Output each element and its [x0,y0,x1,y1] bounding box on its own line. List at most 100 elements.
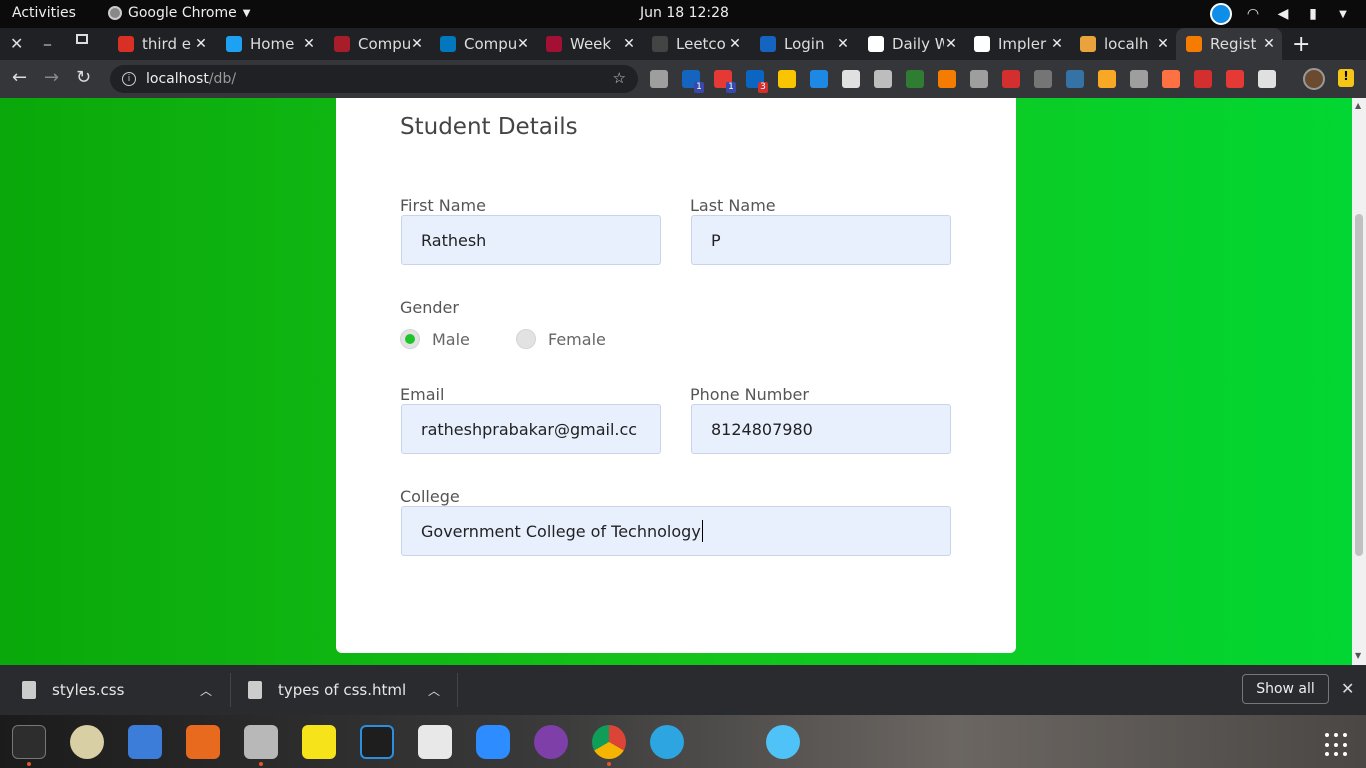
tab-close-icon[interactable]: ✕ [302,36,316,52]
browser-tab[interactable]: localh ✕ [1070,28,1176,60]
window-minimize-button[interactable]: _ [44,30,51,46]
profile-avatar[interactable] [1303,68,1325,90]
file-icon [22,681,36,699]
extension-icon[interactable] [1130,70,1148,88]
settings-splash-icon[interactable] [766,725,800,759]
scroll-up-icon[interactable]: ▲ [1355,101,1361,110]
terminal-icon[interactable] [12,725,46,759]
browser-tab[interactable]: Compu ✕ [324,28,430,60]
info-icon[interactable]: i [122,72,136,86]
writer-icon[interactable] [128,725,162,759]
extension-icon[interactable] [906,70,924,88]
show-applications-icon[interactable] [1325,733,1349,757]
gender-male-radio[interactable]: Male [400,329,470,349]
tor-browser-icon[interactable] [534,725,568,759]
document-viewer-icon[interactable] [418,725,452,759]
extension-icon[interactable] [1258,70,1276,88]
address-bar[interactable]: i localhost/db/ ☆ [110,65,638,93]
browser-tab[interactable]: Daily W ✕ [858,28,964,60]
tab-close-icon[interactable]: ✕ [728,36,742,52]
extension-icon[interactable] [778,70,796,88]
extension-icon[interactable] [874,70,892,88]
last-name-input[interactable]: P [691,215,951,265]
running-indicator [27,762,31,766]
college-input[interactable]: Government College of Technology [401,506,951,556]
adblock-icon[interactable] [1002,70,1020,88]
vscode-icon[interactable] [360,725,394,759]
forward-arrow-icon[interactable]: → [44,67,59,88]
pdf-icon[interactable] [1226,70,1244,88]
window-restore-button[interactable] [76,34,88,44]
browser-tab[interactable]: Impler ✕ [964,28,1070,60]
browser-tab[interactable]: Home ✕ [216,28,322,60]
browser-tab[interactable]: Compu ✕ [430,28,536,60]
files-icon[interactable] [244,725,278,759]
extension-icon[interactable]: 1 [714,70,736,93]
scroll-down-icon[interactable]: ▼ [1355,651,1361,660]
browser-tab[interactable]: Regist ✕ [1176,28,1282,60]
download-item[interactable]: types of css.html ︿ [248,665,456,715]
phone-input[interactable]: 8124807980 [691,404,951,454]
back-arrow-icon[interactable]: ← [12,67,27,88]
chrome-icon[interactable] [592,725,626,759]
extension-icon[interactable] [938,70,956,88]
tab-close-icon[interactable]: ✕ [410,36,424,52]
extension-icon[interactable] [842,70,860,88]
tab-close-icon[interactable]: ✕ [194,36,208,52]
tab-close-icon[interactable]: ✕ [1156,36,1170,52]
browser-tab[interactable]: Leetco ✕ [642,28,748,60]
software-center-icon[interactable] [186,725,220,759]
gender-label: Gender [400,298,459,317]
telegram-icon[interactable] [650,725,684,759]
clock[interactable]: Jun 18 12:28 [640,5,729,21]
student-details-card: Student Details First Name Rathesh Last … [336,98,1016,653]
browser-tab[interactable]: third e ✕ [108,28,214,60]
extension-icon[interactable] [810,70,828,88]
notes-icon[interactable] [302,725,336,759]
url-host: localhost [146,71,209,87]
zoom-icon[interactable] [476,725,510,759]
bookmark-star-icon[interactable]: ☆ [613,69,626,87]
new-tab-button[interactable]: + [1292,32,1310,57]
browser-tab[interactable]: Week ✕ [536,28,642,60]
music-player-icon[interactable] [70,725,104,759]
close-icon[interactable]: ✕ [1341,679,1354,698]
linkedin-icon[interactable]: 3 [746,70,768,93]
extension-icon[interactable] [970,70,988,88]
tab-title: Daily W [892,35,944,53]
teamviewer-icon[interactable] [1210,3,1232,25]
chevron-down-icon: ▼ [1339,8,1347,20]
email-label: Email [400,385,445,404]
activities-button[interactable]: Activities [12,5,76,21]
page-scrollbar[interactable]: ▲ ▼ [1352,98,1366,665]
app-menu[interactable]: Google Chrome ▼ [108,5,250,21]
system-tray[interactable]: ◠ ◀ ▮ ▼ [1210,3,1352,25]
python-icon[interactable] [1066,70,1084,88]
window-close-button[interactable]: ✕ [10,34,23,53]
tab-close-icon[interactable]: ✕ [622,36,636,52]
tab-title: Week [570,35,612,53]
tab-close-icon[interactable]: ✕ [1050,36,1064,52]
extension-icon[interactable] [650,70,668,88]
show-all-button[interactable]: Show all [1242,674,1329,704]
email-input[interactable]: ratheshprabakar@gmail.cc [401,404,661,454]
extension-icon[interactable]: 1 [682,70,704,93]
tab-close-icon[interactable]: ✕ [944,36,958,52]
chevron-up-icon[interactable]: ︿ [428,682,440,699]
tab-close-icon[interactable]: ✕ [516,36,530,52]
first-name-input[interactable]: Rathesh [401,215,661,265]
thumbs-up-icon[interactable] [1098,70,1116,88]
chevron-up-icon[interactable]: ︿ [200,682,212,699]
scrollbar-thumb[interactable] [1355,214,1363,556]
download-item[interactable]: styles.css ︿ [22,665,230,715]
reload-icon[interactable]: ↻ [76,67,91,88]
tab-close-icon[interactable]: ✕ [1262,36,1276,52]
extension-icon[interactable] [1162,70,1180,88]
tab-close-icon[interactable]: ✕ [836,36,850,52]
browser-tab[interactable]: Login ✕ [750,28,856,60]
extension-icon[interactable] [1034,70,1052,88]
extension-icon[interactable] [1194,70,1212,88]
radio-checked-icon [400,329,420,349]
gender-female-radio[interactable]: Female [516,329,606,349]
menu-kebab-icon[interactable]: ! [1338,69,1354,87]
